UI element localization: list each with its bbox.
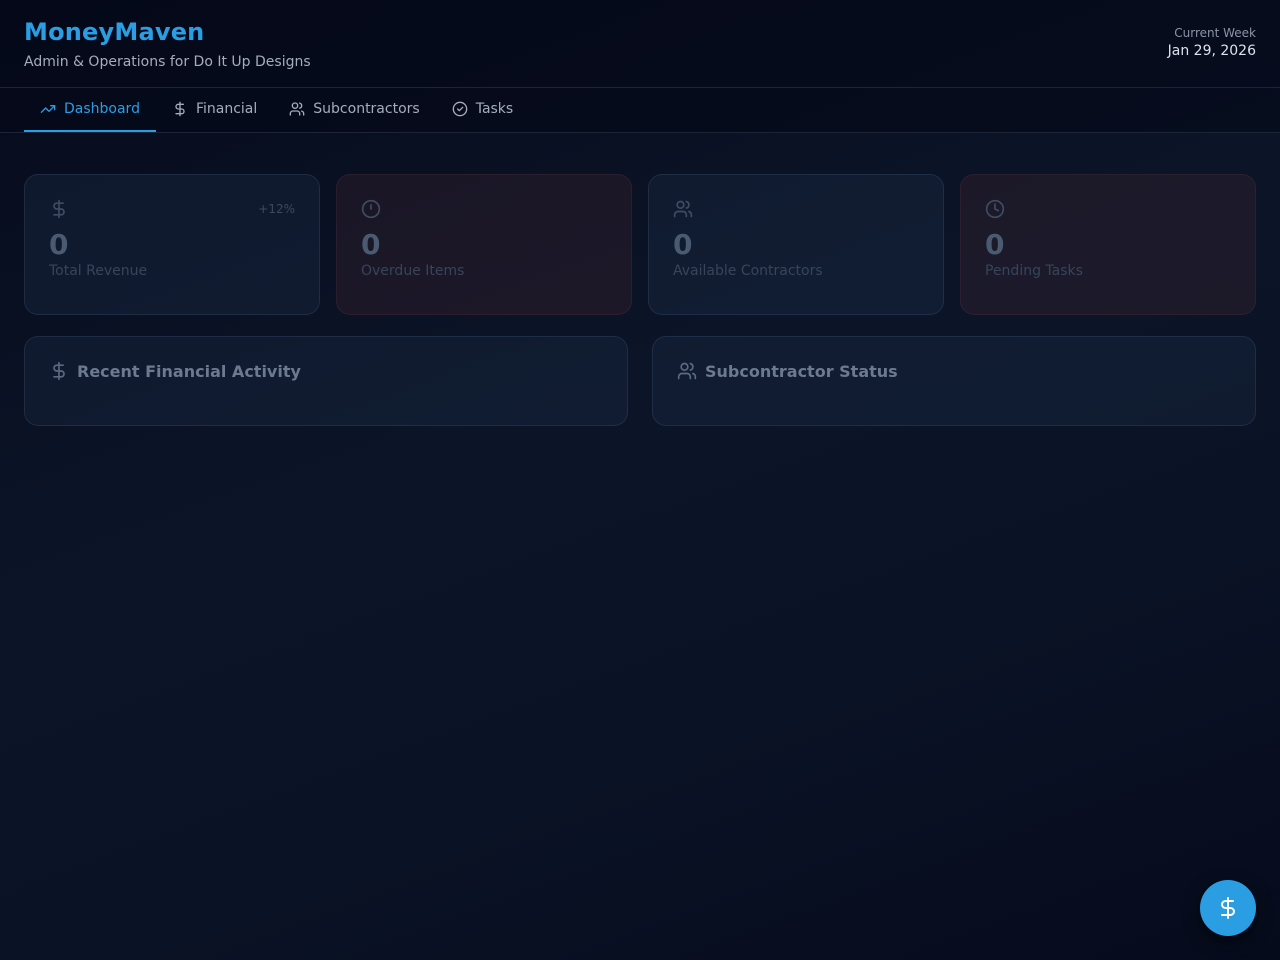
tab-label: Subcontractors [313,101,420,117]
panel-title: Recent Financial Activity [77,361,301,381]
current-week-label: Current Week [1174,26,1256,40]
dollar-icon [175,101,185,117]
tab-label: Dashboard [64,101,140,117]
panel-title: Subcontractor Status [705,361,898,381]
users-icon [677,362,697,380]
dollar-icon [1221,897,1235,919]
alert-circle-icon [361,199,381,219]
stat-card-overdue-items[interactable]: 0 Overdue Items [336,174,632,315]
app-header: MoneyMaven Admin & Operations for Do It … [0,0,1280,88]
stat-value: 0 [361,228,381,261]
panel-subcontractor-status: Subcontractor Status [652,336,1256,426]
stat-value: 0 [673,228,693,261]
panel-recent-financial-activity: Recent Financial Activity [24,336,628,426]
trending-up-icon [40,105,56,113]
current-week-date: Jan 29, 2026 [1167,43,1256,59]
stat-card-available-contractors[interactable]: 0 Available Contractors [648,174,944,315]
stat-change: +12% [258,202,295,216]
quick-add-transaction-button[interactable] [1200,880,1256,936]
clock-icon [985,199,1005,219]
users-icon [289,102,305,116]
app-subtitle: Admin & Operations for Do It Up Designs [24,54,311,70]
brand: MoneyMaven Admin & Operations for Do It … [24,18,311,70]
check-circle-icon [452,101,468,117]
users-icon [673,200,693,218]
tab-financial[interactable]: Financial [156,88,273,132]
dollar-icon [53,199,65,219]
stat-label: Total Revenue [49,263,148,279]
tab-tasks[interactable]: Tasks [436,88,530,132]
tab-dashboard[interactable]: Dashboard [24,88,156,132]
stat-label: Overdue Items [361,263,465,279]
stat-value: 0 [985,228,1005,261]
tab-subcontractors[interactable]: Subcontractors [273,88,435,132]
stat-label: Pending Tasks [985,263,1083,279]
stats-row: +12% 0 Total Revenue 0 Overdue Items 0 A… [24,174,1256,315]
tab-label: Tasks [475,101,514,117]
main-nav: Dashboard Financial Subcontractors Tasks [0,88,1280,133]
stat-label: Available Contractors [673,263,823,279]
panels-row: Recent Financial Activity Subcontractor … [24,336,1256,426]
dollar-icon [53,361,65,381]
stat-card-total-revenue[interactable]: +12% 0 Total Revenue [24,174,320,315]
stat-card-pending-tasks[interactable]: 0 Pending Tasks [960,174,1256,315]
app-title: MoneyMaven [24,18,205,46]
current-week: Current Week Jan 29, 2026 [1168,18,1256,59]
tab-label: Financial [195,101,258,117]
stat-value: 0 [49,228,69,261]
